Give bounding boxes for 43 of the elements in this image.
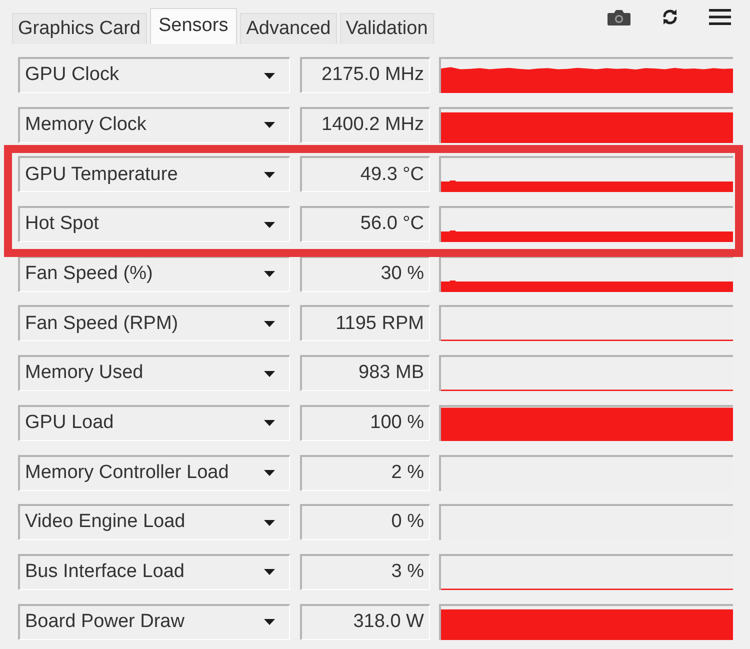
caret-icon [264,320,275,327]
refresh-icon[interactable] [660,8,680,26]
sensor-dropdown[interactable]: Video Engine Load [18,504,290,540]
sensor-dropdown[interactable]: Memory Controller Load [18,454,290,490]
sensor-value: 1195 RPM [300,305,430,342]
caret-icon [264,172,275,178]
sensor-value: 0 % [300,504,430,540]
sensor-value: 2175.0 MHz [300,57,430,93]
caret-icon [264,122,275,128]
sensor-dropdown[interactable]: Memory Used [18,355,290,392]
sensor-value: 56.0 °C [300,206,430,242]
sensor-dropdown[interactable]: GPU Clock [18,57,290,93]
sensor-dropdown[interactable]: GPU Load [18,404,290,441]
caret-icon [264,619,275,626]
tab[interactable]: Sensors [150,8,238,44]
sensor-value: 2 % [300,454,430,490]
sensor-value: 30 % [300,256,430,292]
sensor-value: 1400.2 MHz [300,106,430,143]
caret-icon [264,370,275,377]
caret-icon [264,420,275,426]
caret-icon [264,222,275,228]
sensor-dropdown[interactable]: Hot Spot [18,206,290,242]
caret-icon [264,569,275,576]
caret-icon [264,520,275,526]
caret-icon [264,72,275,78]
caret-icon [264,271,275,278]
sensor-dropdown[interactable]: Board Power Draw [18,604,290,640]
caret-icon [264,470,275,476]
sensor-value: 3 % [300,554,430,590]
sensor-dropdown[interactable]: Fan Speed (RPM) [18,305,290,342]
sensor-dropdown[interactable]: Fan Speed (%) [18,256,290,292]
sensor-dropdown[interactable]: Memory Clock [18,106,290,143]
camera-icon[interactable] [607,8,631,26]
sensor-value: 100 % [300,404,430,441]
tab[interactable]: Advanced [240,13,337,44]
menu-icon[interactable] [709,8,731,26]
tab[interactable]: Graphics Card [12,13,146,44]
sensor-value: 318.0 W [300,604,430,640]
tab[interactable]: Validation [340,13,434,44]
sensor-dropdown[interactable]: Bus Interface Load [18,554,290,590]
sensor-dropdown[interactable]: GPU Temperature [18,156,290,192]
sensor-value: 49.3 °C [300,156,430,192]
sensor-value: 983 MB [300,355,430,392]
